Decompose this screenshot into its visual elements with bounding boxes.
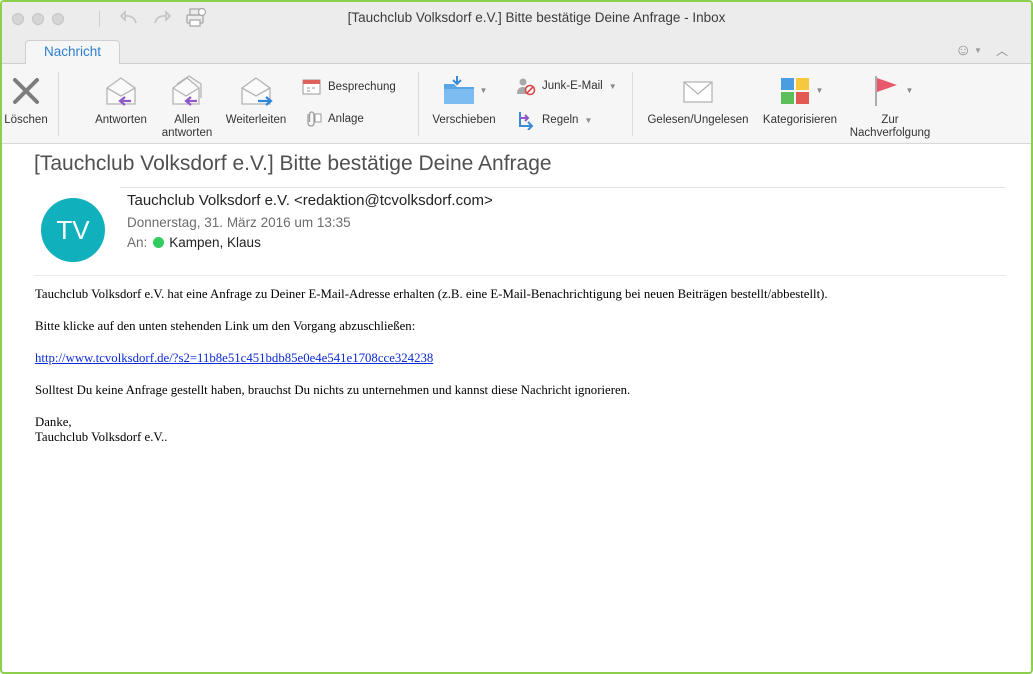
- reply-button[interactable]: Antworten: [90, 70, 152, 127]
- recipients-line: An: Kampen, Klaus: [127, 235, 261, 250]
- avatar: TV: [41, 198, 105, 262]
- categorize-button[interactable]: ▼ Kategorisieren: [758, 70, 842, 127]
- junk-button[interactable]: Junk-E-Mail ▼: [516, 76, 617, 96]
- followup-button[interactable]: ▼ Zur Nachverfolgung: [842, 70, 938, 140]
- move-folder-icon: [443, 76, 474, 104]
- chevron-down-icon: ▼: [584, 115, 593, 125]
- attachment-button[interactable]: Anlage: [302, 110, 364, 128]
- reply-icon: [106, 77, 136, 106]
- ribbon-divider: [418, 72, 419, 136]
- reply-all-icon: [172, 75, 202, 106]
- reply-all-label-2: antworten: [161, 127, 213, 139]
- rules-icon: [519, 112, 534, 130]
- chevron-down-icon: ▼: [608, 81, 617, 91]
- calendar-icon: [302, 79, 321, 95]
- sent-date: Donnerstag, 31. März 2016 um 13:35: [127, 215, 351, 230]
- ribbon-divider: [58, 72, 59, 136]
- junk-person-icon: [517, 78, 536, 96]
- move-button[interactable]: ▼ Verschieben: [426, 70, 502, 127]
- chevron-down-icon: ▼: [479, 85, 488, 95]
- reply-all-button[interactable]: Allen antworten: [160, 70, 214, 140]
- attachment-label: Anlage: [328, 113, 364, 125]
- categorize-label: Kategorisieren: [762, 114, 838, 126]
- junk-label: Junk-E-Mail: [542, 80, 603, 92]
- flag-icon: [874, 76, 897, 106]
- closing-line: Danke,: [35, 415, 72, 429]
- followup-label-1: Zur: [881, 114, 899, 126]
- move-label: Verschieben: [432, 114, 496, 126]
- body-paragraph: Solltest Du keine Anfrage gestellt haben…: [35, 383, 631, 397]
- body-paragraph: Bitte klicke auf den unten stehenden Lin…: [35, 319, 416, 333]
- read-unread-label: Gelesen/Ungelesen: [647, 114, 749, 126]
- tab-nachricht[interactable]: Nachricht: [25, 40, 120, 65]
- message-body: Tauchclub Volksdorf e.V. hat eine Anfrag…: [35, 287, 995, 445]
- to-label: An:: [127, 235, 148, 250]
- categories-icon: [780, 78, 809, 104]
- chevron-down-icon[interactable]: ▼: [974, 46, 982, 55]
- confirmation-link[interactable]: http://www.tcvolksdorf.de/?s2=11b8e51c45…: [35, 351, 433, 365]
- delete-button[interactable]: Löschen: [4, 70, 48, 127]
- chevron-down-icon: ▼: [815, 85, 824, 95]
- delete-x-icon: [13, 78, 39, 104]
- recipient[interactable]: Kampen, Klaus: [169, 235, 261, 250]
- envelope-icon: [683, 81, 713, 103]
- ribbon-tab-row: Nachricht ☺ ▼ ︿: [2, 36, 1031, 65]
- message-subject: [Tauchclub Volksdorf e.V.] Bitte bestäti…: [34, 152, 552, 175]
- feedback-smiley-icon[interactable]: ☺: [955, 42, 971, 60]
- forward-button[interactable]: Weiterleiten: [220, 70, 292, 127]
- mail-window: [Tauchclub Volksdorf e.V.] Bitte bestäti…: [0, 0, 1033, 674]
- sender[interactable]: Tauchclub Volksdorf e.V. <redaktion@tcvo…: [127, 192, 493, 209]
- body-divider: [34, 275, 1006, 276]
- rules-button[interactable]: Regeln ▼: [516, 110, 592, 130]
- ribbon: Löschen Antworten Allen antworten Weiter…: [2, 64, 1031, 144]
- presence-status-icon: [153, 237, 165, 248]
- body-paragraph: Tauchclub Volksdorf e.V. hat eine Anfrag…: [35, 287, 828, 301]
- paperclip-icon: [307, 111, 322, 127]
- reply-all-label-1: Allen: [174, 114, 200, 126]
- forward-label: Weiterleiten: [225, 114, 287, 126]
- forward-icon: [241, 77, 273, 106]
- meeting-button[interactable]: Besprechung: [302, 78, 396, 96]
- header-divider: [120, 187, 1006, 188]
- window-title: [Tauchclub Volksdorf e.V.] Bitte bestäti…: [347, 10, 726, 25]
- title-bar: [Tauchclub Volksdorf e.V.] Bitte bestäti…: [2, 2, 1031, 36]
- reply-label: Antworten: [95, 114, 147, 126]
- chevron-down-icon: ▼: [905, 85, 914, 95]
- read-unread-button[interactable]: Gelesen/Ungelesen: [638, 70, 758, 127]
- signature: Tauchclub Volksdorf e.V..: [35, 430, 168, 444]
- meeting-label: Besprechung: [328, 81, 396, 93]
- followup-label-2: Nachverfolgung: [849, 127, 931, 139]
- delete-label: Löschen: [4, 114, 48, 126]
- collapse-ribbon-icon[interactable]: ︿: [996, 42, 1008, 59]
- rules-label: Regeln: [542, 114, 579, 126]
- ribbon-divider: [632, 72, 633, 136]
